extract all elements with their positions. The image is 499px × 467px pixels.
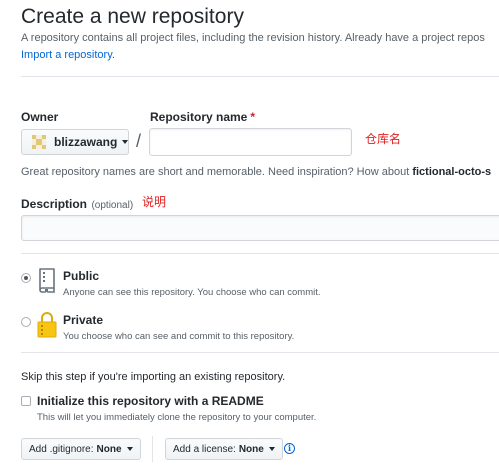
public-option-desc: Anyone can see this repository. You choo… (63, 287, 321, 298)
description-input[interactable] (21, 215, 499, 241)
chevron-down-icon (126, 447, 133, 451)
description-annotation: 说明 (142, 195, 167, 209)
public-radio[interactable] (21, 273, 31, 283)
private-option-title[interactable]: Private (63, 313, 103, 327)
divider (21, 76, 499, 77)
import-repository-link[interactable]: Import a repository. (21, 49, 115, 61)
button-separator (152, 436, 153, 462)
skip-step-text: Skip this step if you're importing an ex… (21, 371, 286, 383)
owner-select-button[interactable]: blizzawang (21, 129, 129, 155)
repo-name-label-text: Repository name (150, 110, 248, 124)
chevron-down-icon (268, 447, 275, 451)
page-title: Create a new repository (21, 5, 244, 28)
readme-desc: This will let you immediately clone the … (37, 412, 317, 423)
repo-name-hint: Great repository names are short and mem… (21, 166, 491, 178)
required-mark: * (250, 110, 256, 124)
divider (21, 253, 499, 254)
avatar (32, 135, 46, 149)
divider (21, 352, 499, 353)
gitignore-value: None (96, 443, 122, 455)
info-icon[interactable]: i (284, 443, 295, 454)
description-label: Description (optional) (21, 195, 133, 213)
public-repo-icon (36, 267, 58, 298)
identicon-icon (32, 135, 46, 149)
repo-name-label: Repository name * (150, 110, 255, 124)
description-label-text: Description (21, 197, 88, 211)
add-gitignore-button[interactable]: Add .gitignore: None (21, 438, 141, 460)
public-option-title[interactable]: Public (63, 269, 99, 283)
private-option-desc: You choose who can see and commit to thi… (63, 331, 295, 342)
readme-title[interactable]: Initialize this repository with a README (37, 394, 264, 408)
repository-name-input[interactable] (149, 128, 352, 156)
repo-name-annotation: 仓库名 (365, 132, 402, 146)
owner-repo-separator: / (136, 131, 142, 151)
private-radio[interactable] (21, 317, 31, 327)
license-value: None (238, 443, 264, 455)
private-lock-icon (36, 311, 58, 344)
optional-text: (optional) (91, 200, 134, 211)
readme-checkbox[interactable] (21, 396, 31, 406)
lock-icon (37, 312, 57, 338)
owner-label: Owner (21, 110, 59, 124)
add-license-button[interactable]: Add a license: None (165, 438, 283, 460)
repo-icon (39, 268, 55, 293)
hint-text: Great repository names are short and mem… (21, 166, 413, 178)
page-subtitle: A repository contains all project files,… (21, 32, 485, 44)
gitignore-label: Add .gitignore: (29, 443, 94, 455)
license-label: Add a license: (173, 443, 236, 455)
owner-username: blizzawang (54, 135, 118, 149)
name-suggestion[interactable]: fictional-octo-s (412, 166, 491, 178)
chevron-down-icon (122, 140, 129, 144)
